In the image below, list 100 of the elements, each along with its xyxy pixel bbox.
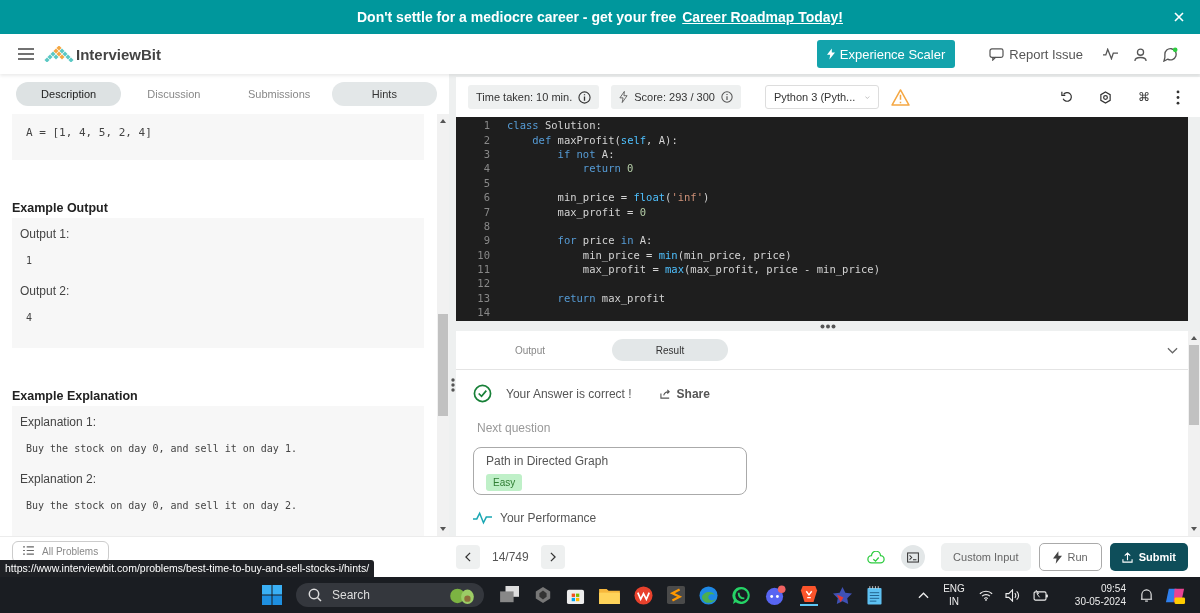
chat-icon[interactable] — [989, 47, 1005, 61]
line-number: 13 — [476, 291, 490, 304]
notepad-icon[interactable] — [867, 585, 882, 605]
next-question-card[interactable]: Path in Directed Graph Easy — [473, 447, 747, 495]
chevron-down-icon[interactable] — [1167, 346, 1178, 354]
scroll-up-icon[interactable] — [440, 119, 446, 123]
line-number: 7 — [482, 205, 490, 218]
browser-icon[interactable] — [699, 585, 718, 605]
result-tab[interactable]: Result — [612, 339, 728, 361]
time-taken: Time taken: 10 min. — [468, 85, 600, 109]
app-icon[interactable] — [534, 586, 552, 604]
line-number: 4 — [482, 162, 490, 175]
close-icon[interactable] — [1174, 12, 1184, 22]
code-line: max_profit = 0 — [556, 205, 647, 218]
task-view-icon[interactable] — [500, 586, 520, 604]
result-tab[interactable]: Output — [472, 339, 588, 361]
example-code: 4 — [25, 311, 34, 325]
example-label: Output 1: — [20, 226, 71, 242]
problem-tab[interactable]: Hints — [331, 82, 437, 106]
result-message: Your Answer is correct ! — [506, 386, 632, 401]
reset-icon[interactable] — [1061, 91, 1073, 103]
code-line: return 0 — [581, 162, 634, 175]
share-button[interactable]: Share — [653, 385, 716, 402]
code-line: min_price = min(min_price, price) — [581, 248, 792, 261]
line-number: 1 — [482, 119, 490, 132]
user-icon[interactable] — [1134, 47, 1147, 61]
bell-icon[interactable] — [1140, 587, 1153, 603]
battery-icon[interactable] — [1031, 589, 1049, 601]
brand-name: InterviewBit — [76, 45, 162, 63]
section-heading: Example Output — [12, 201, 109, 215]
scroll-thumb[interactable] — [1189, 345, 1199, 425]
submit-button[interactable]: Submit — [1109, 543, 1188, 572]
lightning-icon — [826, 48, 835, 60]
drag-handle-icon[interactable] — [450, 378, 455, 393]
code-line: def maxProfit(self, A): — [531, 133, 678, 146]
example-label: Explanation 2: — [20, 471, 98, 487]
custom-input-button[interactable]: Custom Input — [941, 543, 1031, 572]
star-app-icon[interactable] — [832, 585, 853, 605]
drag-handle-icon[interactable] — [820, 323, 836, 329]
next-question-label: Next question — [477, 421, 552, 435]
roadmap-link[interactable]: Career Roadmap Today! — [682, 9, 843, 25]
example-label: Explanation 1: — [20, 414, 98, 430]
input-region[interactable]: IN — [949, 595, 959, 608]
editor-app-icon[interactable] — [667, 586, 685, 604]
shortcut-key[interactable]: ⌘ — [1138, 90, 1150, 104]
wifi-icon[interactable] — [978, 589, 993, 601]
line-number: 2 — [482, 133, 490, 146]
question-title: Path in Directed Graph — [486, 454, 609, 468]
chat-bubble-icon[interactable] — [1163, 46, 1178, 62]
volume-icon[interactable] — [1004, 588, 1020, 602]
problem-tab[interactable]: Submissions — [226, 82, 332, 106]
list-icon — [23, 546, 34, 556]
windows-icon[interactable] — [262, 585, 282, 605]
search-icon — [308, 588, 322, 602]
cloud-check-icon — [867, 550, 886, 564]
line-number: 6 — [482, 191, 490, 204]
code-line: class Solution: — [507, 119, 602, 132]
example-code: Buy the stock on day 0, and sell it on day 2. — [25, 499, 298, 513]
example-label: Output 2: — [20, 283, 71, 299]
run-button[interactable]: Run — [1038, 543, 1102, 572]
more-icon[interactable] — [1176, 89, 1180, 105]
example-code: Buy the stock on day 0, and sell it on day 1. — [25, 442, 298, 456]
line-number: 8 — [482, 219, 490, 232]
language-dropdown[interactable]: Python 3 (Pyth... — [764, 85, 879, 109]
menu-icon[interactable] — [18, 48, 34, 60]
scroll-up-icon[interactable] — [1191, 336, 1197, 340]
scroll-down-icon[interactable] — [1191, 527, 1197, 532]
line-number: 5 — [482, 176, 490, 189]
chevron-left-icon — [465, 552, 471, 563]
info-icon[interactable] — [578, 90, 592, 104]
folder-icon[interactable] — [599, 586, 620, 604]
chevron-up-icon[interactable] — [918, 591, 930, 599]
lightning-icon — [619, 91, 629, 103]
report-issue-link[interactable]: Report Issue — [1009, 46, 1083, 62]
input-language[interactable]: ENG — [943, 582, 965, 595]
code-line: max_profit = max(max_profit, price - min_price) — [581, 263, 880, 276]
problem-counter: 14/749 — [492, 550, 529, 565]
line-number: 3 — [482, 147, 490, 160]
chevron-right-icon — [549, 552, 556, 563]
settings-icon[interactable] — [1099, 90, 1112, 104]
taskbar-search-field[interactable]: Search — [296, 583, 484, 607]
activity-icon — [473, 511, 492, 525]
problem-tab[interactable]: Discussion — [121, 82, 227, 106]
code-line: for price in A: — [556, 234, 653, 247]
activity-icon[interactable] — [1103, 48, 1118, 60]
terminal-button[interactable] — [901, 545, 926, 570]
info-icon[interactable] — [720, 91, 733, 103]
line-number: 14 — [476, 306, 490, 319]
chevron-down-icon — [865, 93, 870, 101]
clock-date[interactable]: 30-05-2024 — [1074, 595, 1126, 608]
phone-chat-icon[interactable] — [732, 585, 751, 605]
line-number: 9 — [482, 234, 490, 247]
scrollbar[interactable] — [437, 114, 449, 537]
scroll-thumb[interactable] — [438, 314, 448, 416]
problem-tab[interactable]: Description — [16, 82, 122, 106]
share-icon — [659, 388, 671, 399]
scroll-down-icon[interactable] — [440, 527, 446, 532]
clock-time[interactable]: 09:54 — [1100, 582, 1126, 595]
example-code: 1 — [25, 254, 34, 268]
office-app-icon[interactable] — [634, 585, 653, 605]
